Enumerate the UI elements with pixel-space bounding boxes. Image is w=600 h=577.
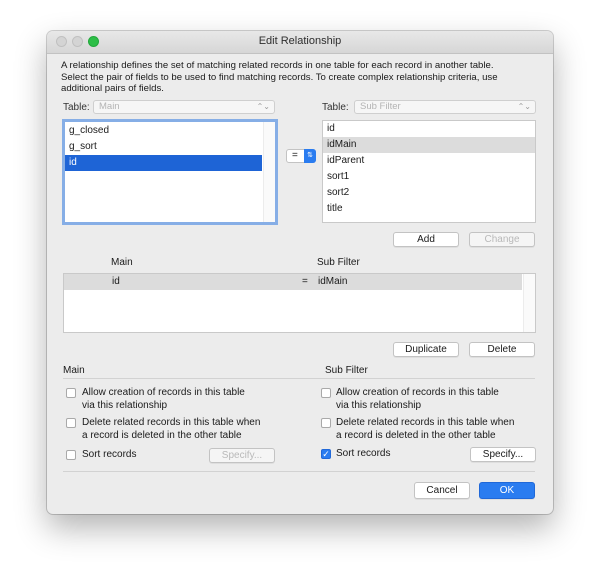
right-allow-creation-line-1: Allow creation of records in this table [336, 387, 499, 398]
left-delete-related-label: Delete related records in this table whe… [82, 416, 260, 442]
left-field-list[interactable]: g_closed g_sort id [62, 119, 278, 225]
right-delete-related-line-2: a record is deleted in the other table [336, 430, 496, 441]
right-delete-related-checkbox[interactable] [321, 418, 331, 428]
right-options-heading: Sub Filter [325, 365, 368, 376]
right-specify-button[interactable]: Specify... [470, 447, 536, 462]
duplicate-button[interactable]: Duplicate [393, 342, 459, 357]
left-sort-records-label: Sort records [82, 449, 137, 460]
criteria-row[interactable]: id = idMain [64, 274, 522, 290]
criteria-row-right-field: idMain [318, 276, 348, 287]
left-table-label: Table: [63, 102, 90, 113]
left-table-popup[interactable]: Main ⌃⌄ [93, 100, 275, 114]
left-allow-creation-checkbox[interactable] [66, 388, 76, 398]
right-field-item[interactable]: idParent [323, 153, 535, 169]
left-sort-records-checkbox[interactable] [66, 450, 76, 460]
right-field-item[interactable]: id [323, 121, 535, 137]
right-sort-records-label: Sort records [336, 448, 391, 459]
operator-value: = [292, 150, 298, 161]
right-delete-related-line-1: Delete related records in this table whe… [336, 417, 515, 428]
right-field-item[interactable]: sort2 [323, 185, 535, 201]
left-table-popup-value: Main [99, 101, 120, 112]
criteria-row-left-field: id [112, 276, 120, 287]
add-button[interactable]: Add [393, 232, 459, 247]
delete-button[interactable]: Delete [469, 342, 535, 357]
right-field-item-selected[interactable]: idMain [323, 137, 535, 153]
left-specify-button[interactable]: Specify... [209, 448, 275, 463]
right-table-popup-value: Sub Filter [360, 101, 401, 112]
chevron-updown-icon: ⌃⌄ [256, 102, 270, 111]
description-line-3: additional pairs of fields. [61, 83, 164, 94]
right-sort-records-checkbox[interactable]: ✓ [321, 449, 331, 459]
right-allow-creation-checkbox[interactable] [321, 388, 331, 398]
left-field-item-selected[interactable]: id [65, 155, 262, 171]
left-allow-creation-label: Allow creation of records in this table … [82, 386, 245, 412]
right-allow-creation-line-2: via this relationship [336, 400, 422, 411]
right-table-label: Table: [322, 102, 349, 113]
description-line-1: A relationship defines the set of matchi… [61, 60, 494, 71]
change-button[interactable]: Change [469, 232, 535, 247]
right-field-item[interactable]: sort1 [323, 169, 535, 185]
stepper-arrows-icon: ⇅ [304, 149, 316, 163]
criteria-header-left: Main [111, 257, 133, 268]
description-line-2: Select the pair of fields to be used to … [61, 71, 498, 83]
criteria-row-operator: = [302, 276, 308, 287]
footer-divider [63, 471, 535, 472]
operator-popup[interactable]: = ⇅ [286, 149, 316, 163]
edit-relationship-dialog: Edit Relationship A relationship defines… [47, 31, 553, 514]
criteria-list-scrollbar[interactable] [523, 274, 535, 332]
criteria-header-right: Sub Filter [317, 257, 360, 268]
left-allow-creation-line-2: via this relationship [82, 400, 168, 411]
right-field-item[interactable]: title [323, 201, 535, 217]
window-title: Edit Relationship [258, 35, 342, 47]
description-text: A relationship defines the set of matchi… [61, 60, 541, 95]
options-divider [63, 378, 535, 379]
right-field-list[interactable]: id idMain idParent sort1 sort2 title [322, 120, 536, 223]
left-options-heading: Main [63, 365, 85, 376]
right-allow-creation-label: Allow creation of records in this table … [336, 386, 499, 412]
right-delete-related-label: Delete related records in this table whe… [336, 416, 514, 442]
left-field-item[interactable]: g_closed [65, 123, 275, 139]
chevron-updown-icon: ⌃⌄ [517, 102, 531, 111]
left-list-scrollbar[interactable] [263, 122, 275, 222]
left-delete-related-checkbox[interactable] [66, 418, 76, 428]
criteria-list[interactable]: id = idMain [63, 273, 536, 333]
left-delete-related-line-1: Delete related records in this table whe… [82, 417, 261, 428]
left-allow-creation-line-1: Allow creation of records in this table [82, 387, 245, 398]
left-delete-related-line-2: a record is deleted in the other table [82, 430, 242, 441]
cancel-button[interactable]: Cancel [414, 482, 470, 499]
right-table-popup[interactable]: Sub Filter ⌃⌄ [354, 100, 536, 114]
checkmark-icon: ✓ [322, 449, 330, 459]
ok-button[interactable]: OK [479, 482, 535, 499]
title-bar: Edit Relationship [47, 31, 553, 54]
left-field-item[interactable]: g_sort [65, 139, 275, 155]
